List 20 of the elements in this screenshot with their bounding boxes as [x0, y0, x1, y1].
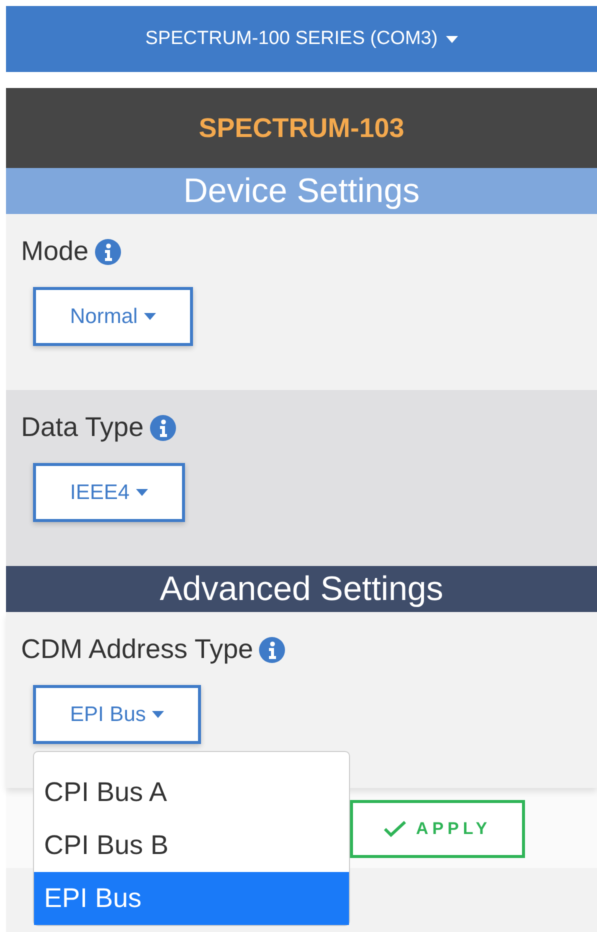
device-selector[interactable]: SPECTRUM-100 SERIES (COM3)	[139, 27, 464, 51]
dropdown-button[interactable]: IEEE4	[33, 463, 185, 522]
info-icon	[259, 636, 286, 662]
setting-label: Mode	[21, 236, 89, 267]
device-name: SPECTRUM-103	[6, 88, 597, 168]
dropdown-option[interactable]: EPI Bus	[34, 872, 349, 925]
dropdown-button[interactable]: EPI Bus	[33, 685, 201, 744]
caret-icon	[446, 36, 458, 42]
caret-icon	[136, 489, 148, 496]
dropdown-button[interactable]: Normal	[33, 287, 193, 346]
apply-button[interactable]: APPLY	[350, 800, 525, 858]
check-icon	[384, 821, 406, 837]
info-icon	[150, 414, 176, 440]
setting-label: CDM Address Type	[21, 634, 254, 665]
section-header: Advanced Settings	[6, 566, 597, 612]
caret-icon	[144, 313, 156, 320]
setting-label: Data Type	[21, 412, 144, 443]
info-icon	[94, 238, 121, 264]
caret-icon	[152, 711, 164, 718]
section-header: Device Settings	[6, 168, 597, 214]
